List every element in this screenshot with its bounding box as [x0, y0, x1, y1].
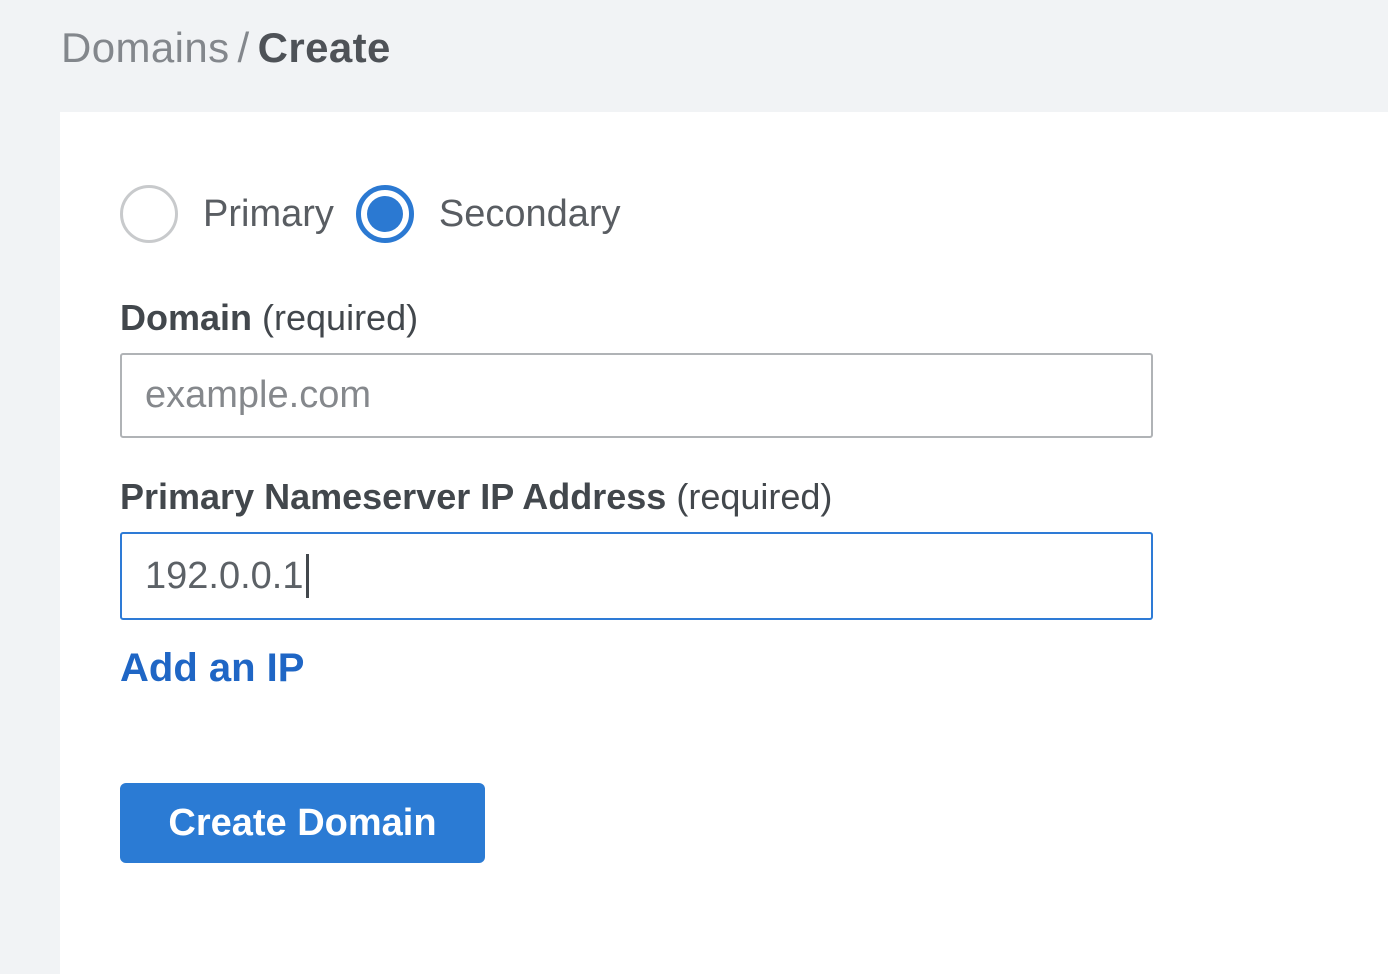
- radio-option-secondary[interactable]: Secondary: [356, 185, 621, 243]
- breadcrumb-domains-link[interactable]: Domains: [61, 24, 230, 71]
- radio-label-secondary: Secondary: [439, 193, 621, 236]
- required-hint: (required): [262, 297, 418, 338]
- text-caret: [306, 554, 309, 598]
- breadcrumb: Domains/Create: [61, 24, 391, 72]
- create-domain-button[interactable]: Create Domain: [120, 783, 485, 863]
- radio-unselected-icon: [120, 185, 178, 243]
- nameserver-ip-value: 192.0.0.1: [145, 555, 303, 598]
- domain-field-label: Domain (required): [120, 297, 1328, 339]
- domain-field-group: Domain (required): [120, 297, 1328, 438]
- domain-input[interactable]: [120, 353, 1153, 438]
- required-hint: (required): [676, 476, 832, 517]
- breadcrumb-separator: /: [230, 24, 258, 71]
- nameserver-ip-field-group: Primary Nameserver IP Address (required)…: [120, 476, 1328, 620]
- domain-create-page: { "breadcrumb": { "section": "Domains", …: [0, 0, 1388, 974]
- create-domain-panel: Primary Secondary Domain (required) Prim…: [60, 112, 1388, 974]
- radio-label-primary: Primary: [203, 193, 334, 236]
- radio-selected-icon: [356, 185, 414, 243]
- add-an-ip-link[interactable]: Add an IP: [120, 646, 304, 691]
- nameserver-ip-input[interactable]: 192.0.0.1: [120, 532, 1153, 620]
- nameserver-ip-field-label: Primary Nameserver IP Address (required): [120, 476, 1328, 518]
- breadcrumb-current-create: Create: [258, 24, 391, 71]
- domain-type-radio-group: Primary Secondary: [120, 185, 1328, 243]
- radio-option-primary[interactable]: Primary: [120, 185, 334, 243]
